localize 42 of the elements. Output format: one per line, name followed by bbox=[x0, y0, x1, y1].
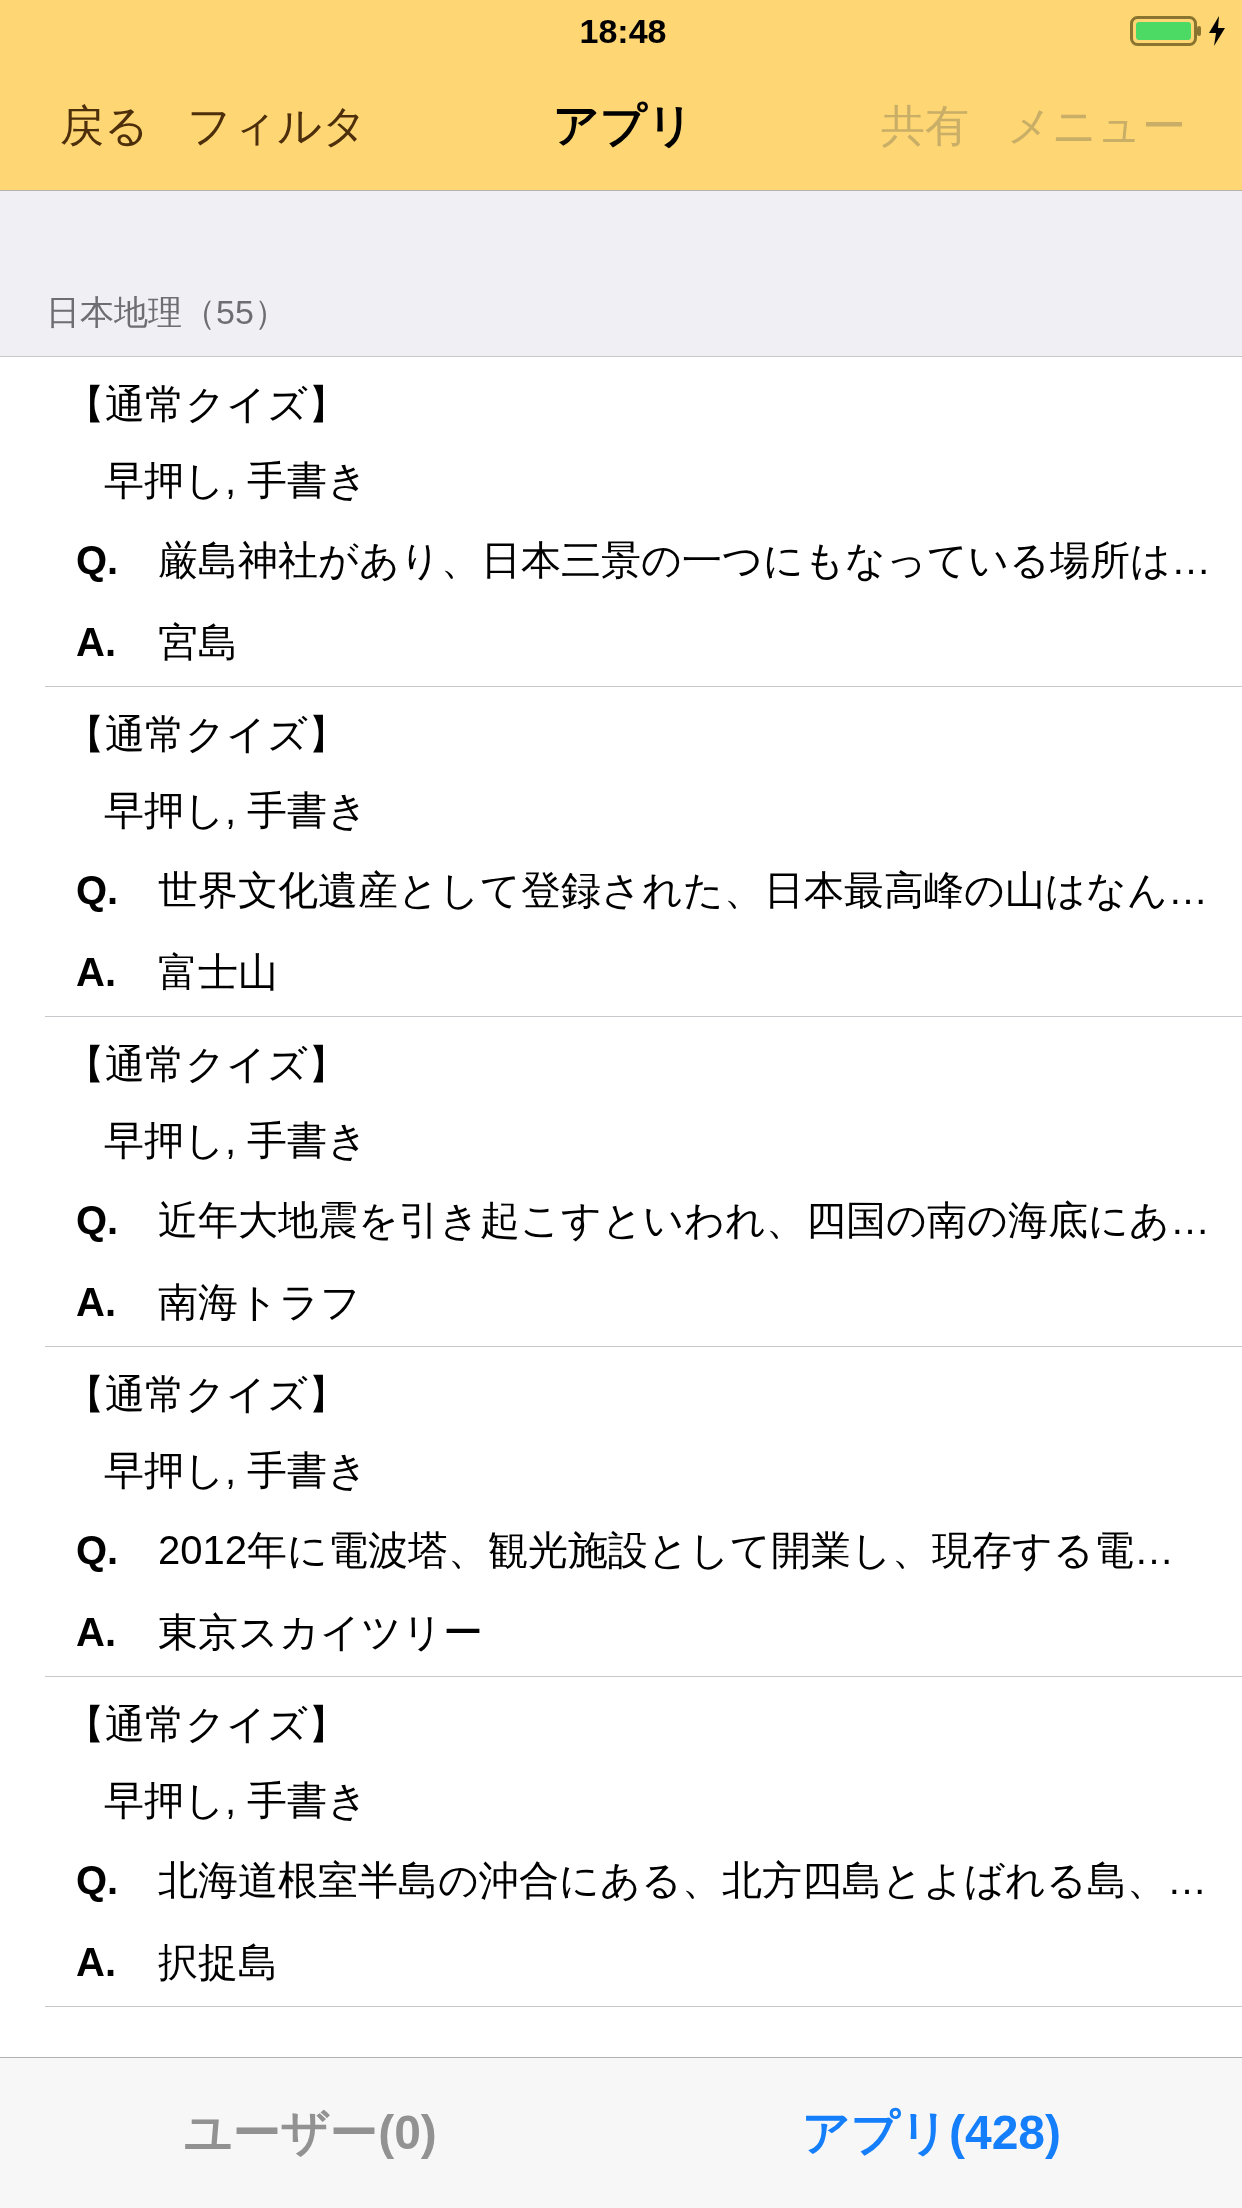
question-text: 世界文化遺産として登録された、日本最高峰の山はなん… bbox=[158, 867, 1208, 914]
tab[interactable]: アプリ(428) bbox=[621, 2101, 1242, 2165]
answer-text: 宮島 bbox=[158, 619, 238, 666]
question-text: 厳島神社があり、日本三景の一つにもなっている場所は… bbox=[158, 537, 1211, 584]
quiz-type: 【通常クイズ】 bbox=[65, 1371, 349, 1418]
battery-icon bbox=[1130, 16, 1202, 46]
navigation-title: アプリ bbox=[552, 98, 694, 153]
quiz-row[interactable]: 【通常クイズ】 早押し, 手書き Q. 厳島神社があり、日本三景の一つにもなっている場所は… A. 宮島 bbox=[45, 357, 1242, 687]
question-text: 近年大地震を引き起こすといわれ、四国の南の海底にあ… bbox=[158, 1197, 1210, 1244]
question-text: 北海道根室半島の沖合にある、北方四島とよばれる島、… bbox=[158, 1857, 1207, 1904]
answer-label: A. bbox=[76, 949, 117, 996]
answer-label: A. bbox=[76, 1609, 117, 1656]
question-label: Q. bbox=[76, 1197, 120, 1244]
quiz-modes: 早押し, 手書き bbox=[104, 457, 370, 504]
answer-text: 南海トラフ bbox=[158, 1279, 361, 1326]
quiz-row[interactable]: 【通常クイズ】 早押し, 手書き Q. 北海道根室半島の沖合にある、北方四島とよばれる島、… A. 択捉島 bbox=[45, 1677, 1242, 2007]
answer-text: 択捉島 bbox=[158, 1939, 278, 1986]
question-text: 2012年に電波塔、観光施設として開業し、現存する電… bbox=[158, 1527, 1174, 1574]
quiz-row[interactable]: 【通常クイズ】 早押し, 手書き Q. 2012年に電波塔、観光施設として開業し、現存する電… A. 東京スカイツリー bbox=[45, 1347, 1242, 1677]
nav-button[interactable]: フィルタ bbox=[187, 96, 367, 156]
status-time: 18:48 bbox=[579, 11, 667, 51]
question-label: Q. bbox=[76, 1857, 120, 1904]
quiz-modes: 早押し, 手書き bbox=[104, 1777, 370, 1824]
question-label: Q. bbox=[76, 537, 120, 584]
answer-text: 富士山 bbox=[158, 949, 278, 996]
quiz-modes: 早押し, 手書き bbox=[104, 787, 370, 834]
quiz-type: 【通常クイズ】 bbox=[65, 711, 349, 758]
quiz-type: 【通常クイズ】 bbox=[65, 381, 349, 428]
answer-text: 東京スカイツリー bbox=[158, 1609, 483, 1656]
answer-label: A. bbox=[76, 1279, 117, 1326]
section-title: 日本地理（55） bbox=[46, 292, 288, 333]
quiz-type: 【通常クイズ】 bbox=[65, 1701, 349, 1748]
quiz-modes: 早押し, 手書き bbox=[104, 1447, 370, 1494]
quiz-modes: 早押し, 手書き bbox=[104, 1117, 370, 1164]
question-label: Q. bbox=[76, 1527, 120, 1574]
quiz-row[interactable]: 【通常クイズ】 早押し, 手書き Q. 近年大地震を引き起こすといわれ、四国の南の海底にあ… A. 南海トラフ bbox=[45, 1017, 1242, 1347]
quiz-type: 【通常クイズ】 bbox=[65, 1041, 349, 1088]
quiz-row[interactable]: 【通常クイズ】 早押し, 手書き Q. 世界文化遺産として登録された、日本最高峰の山はなん… A. 富士山 bbox=[45, 687, 1242, 1017]
answer-label: A. bbox=[76, 1939, 117, 1986]
question-label: Q. bbox=[76, 867, 120, 914]
answer-label: A. bbox=[76, 619, 117, 666]
nav-button[interactable]: 戻る bbox=[60, 96, 149, 156]
